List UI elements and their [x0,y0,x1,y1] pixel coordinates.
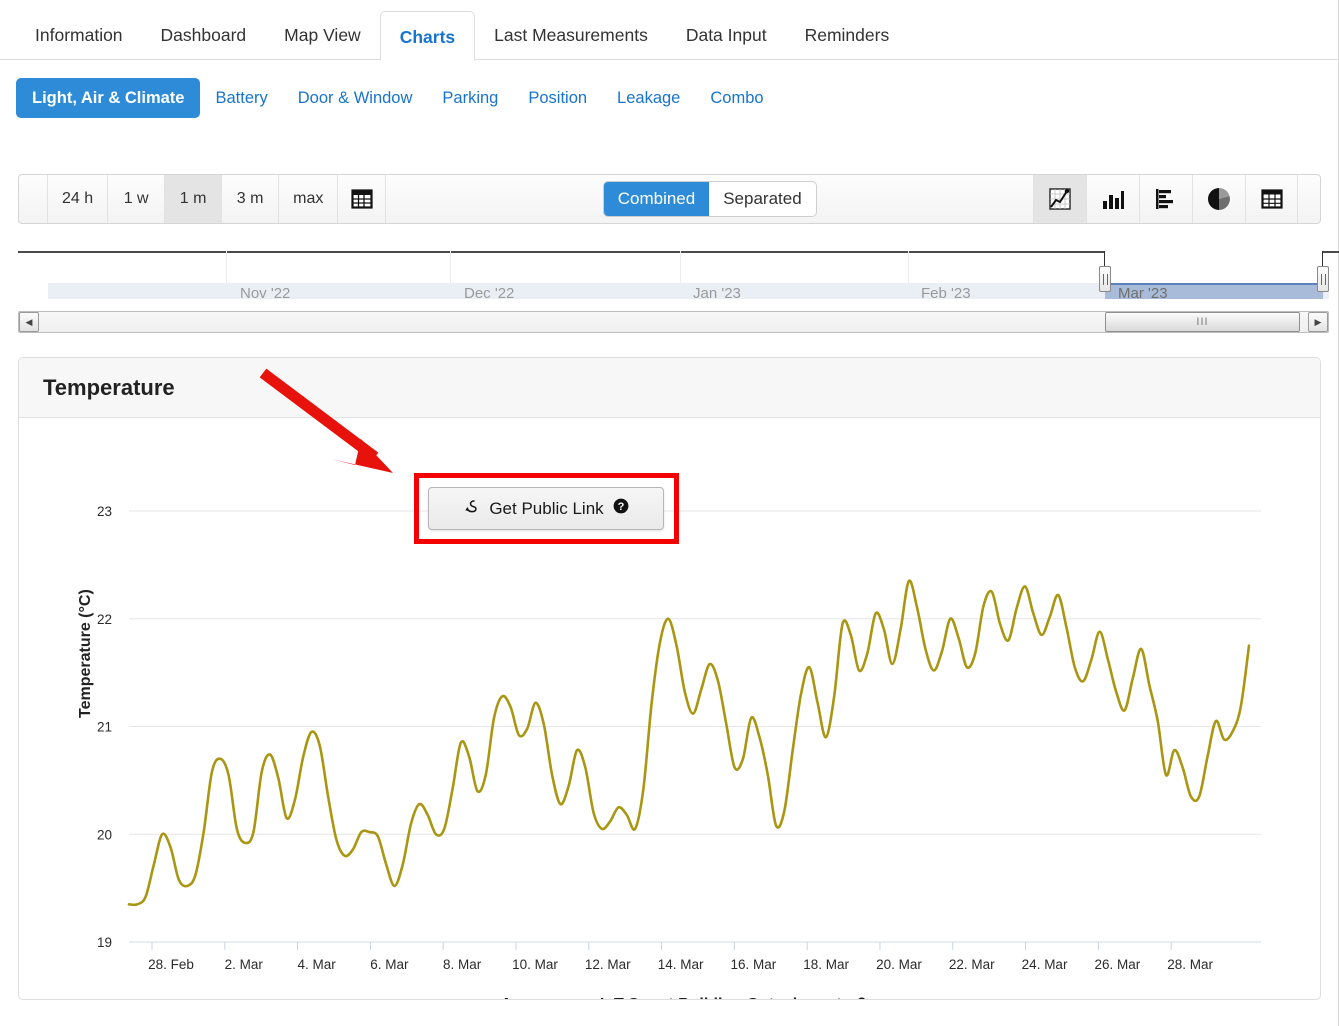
navigator-scrollbar[interactable]: ◀ III ▶ [18,311,1329,333]
svg-text:22. Mar: 22. Mar [949,957,995,972]
page-title: Temperature [43,374,175,400]
scrollbar-right-arrow[interactable]: ▶ [1308,312,1328,332]
svg-text:8. Mar: 8. Mar [443,957,482,972]
svg-text:22: 22 [97,612,112,627]
subtab-parking[interactable]: Parking [427,78,513,118]
range-24h[interactable]: 24 h [47,175,109,223]
table-chart-icon[interactable] [1245,175,1299,223]
svg-text:16. Mar: 16. Mar [730,957,776,972]
chart-type-group [1033,175,1320,223]
time-range-group: 24 h 1 w 1 m 3 m max [19,175,387,223]
legend-item-iot-smart-building[interactable]: IoT Smart Building Gutenbergstraße [565,996,876,999]
temperature-line-chart[interactable]: 19 20 21 22 23 28. Feb 2. Mar 4. Mar 6. Mar 8. Ma… [19,418,1320,999]
temperature-chart-panel: Temperature Temperature (°C) 19 20 21 22 23 2… [18,357,1321,1000]
legend-item-any[interactable]: Any [466,996,531,999]
tab-reminders[interactable]: Reminders [786,10,909,60]
charts-page: Information Dashboard Map View Charts La… [0,0,1339,1026]
navigator-month-dec22: Dec '22 [464,285,515,299]
view-mode-separated[interactable]: Separated [709,182,815,216]
panel-body: Temperature (°C) 19 20 21 22 23 28. Feb 2. Mar… [19,418,1320,999]
link-icon [463,498,480,520]
svg-text:12. Mar: 12. Mar [585,957,631,972]
date-table-icon[interactable] [338,175,387,223]
navigator-band: Nov '22 Dec '22 Jan '23 Feb '23 Mar '23 [18,251,1329,299]
line-chart-icon[interactable] [1033,175,1087,223]
column-chart-icon[interactable] [1086,175,1139,223]
svg-text:14. Mar: 14. Mar [658,957,704,972]
range-3m[interactable]: 3 m [221,175,280,223]
svg-text:28. Mar: 28. Mar [1167,957,1213,972]
svg-text:4. Mar: 4. Mar [297,957,336,972]
legend-label-any: Any [501,996,531,999]
panel-header: Temperature [19,358,1320,418]
svg-text:26. Mar: 26. Mar [1094,957,1140,972]
navigator-handle-left[interactable] [1099,266,1111,292]
navigator-month-feb23: Feb '23 [921,285,971,299]
chart-category-tabs: Light, Air & Climate Battery Door & Wind… [16,78,779,118]
tab-map-view[interactable]: Map View [265,10,380,60]
get-public-link-label: Get Public Link [489,498,604,518]
subtab-light-air-climate[interactable]: Light, Air & Climate [16,78,201,118]
tab-dashboard[interactable]: Dashboard [142,10,266,60]
get-public-link-button[interactable]: Get Public Link ? [428,487,664,530]
subtab-leakage[interactable]: Leakage [602,78,695,118]
toolbar-spacer-right [817,175,1033,223]
view-mode-switch: Combined Separated [602,181,817,217]
subtab-combo[interactable]: Combo [695,78,778,118]
chart-legend: Any IoT Smart Building Gutenbergstraße [19,996,1320,999]
svg-text:24. Mar: 24. Mar [1022,957,1068,972]
navigator-month-mar23: Mar '23 [1118,285,1168,299]
svg-text:19: 19 [97,935,112,950]
svg-text:2. Mar: 2. Mar [225,957,264,972]
svg-text:?: ? [617,501,624,513]
main-tabs: Information Dashboard Map View Charts La… [16,9,909,61]
scrollbar-thumb[interactable]: III [1105,312,1300,332]
pie-chart-icon[interactable] [1192,175,1245,223]
legend-label-iot-smart-building: IoT Smart Building Gutenbergstraße [600,996,876,999]
help-circle-icon[interactable]: ? [613,498,629,519]
tab-charts[interactable]: Charts [379,11,476,61]
subtab-door-window[interactable]: Door & Window [283,78,428,118]
svg-text:20: 20 [97,827,112,842]
svg-text:10. Mar: 10. Mar [512,957,558,972]
main-tabbar: Information Dashboard Map View Charts La… [0,0,1339,61]
navigator-handle-right[interactable] [1317,266,1329,292]
scrollbar-left-arrow[interactable]: ◀ [19,312,39,332]
svg-text:21: 21 [97,720,112,735]
svg-text:23: 23 [97,504,112,519]
svg-text:20. Mar: 20. Mar [876,957,922,972]
navigator-month-nov22: Nov '22 [240,285,291,299]
view-mode-combined[interactable]: Combined [603,182,710,216]
subtab-position[interactable]: Position [513,78,602,118]
navigator-month-jan23: Jan '23 [693,285,741,299]
svg-text:18. Mar: 18. Mar [803,957,849,972]
subtab-battery[interactable]: Battery [200,78,282,118]
tab-last-measurements[interactable]: Last Measurements [475,10,667,60]
svg-text:28. Feb: 28. Feb [148,957,194,972]
tab-information[interactable]: Information [16,10,142,60]
range-1m[interactable]: 1 m [164,175,223,223]
range-max[interactable]: max [278,175,339,223]
range-1w[interactable]: 1 w [107,175,166,223]
chart-toolbar: 24 h 1 w 1 m 3 m max Combined Separated [18,174,1321,224]
tab-data-input[interactable]: Data Input [667,10,786,60]
svg-text:6. Mar: 6. Mar [370,957,409,972]
bar-chart-icon[interactable] [1139,175,1192,223]
toolbar-spacer-left [386,175,602,223]
